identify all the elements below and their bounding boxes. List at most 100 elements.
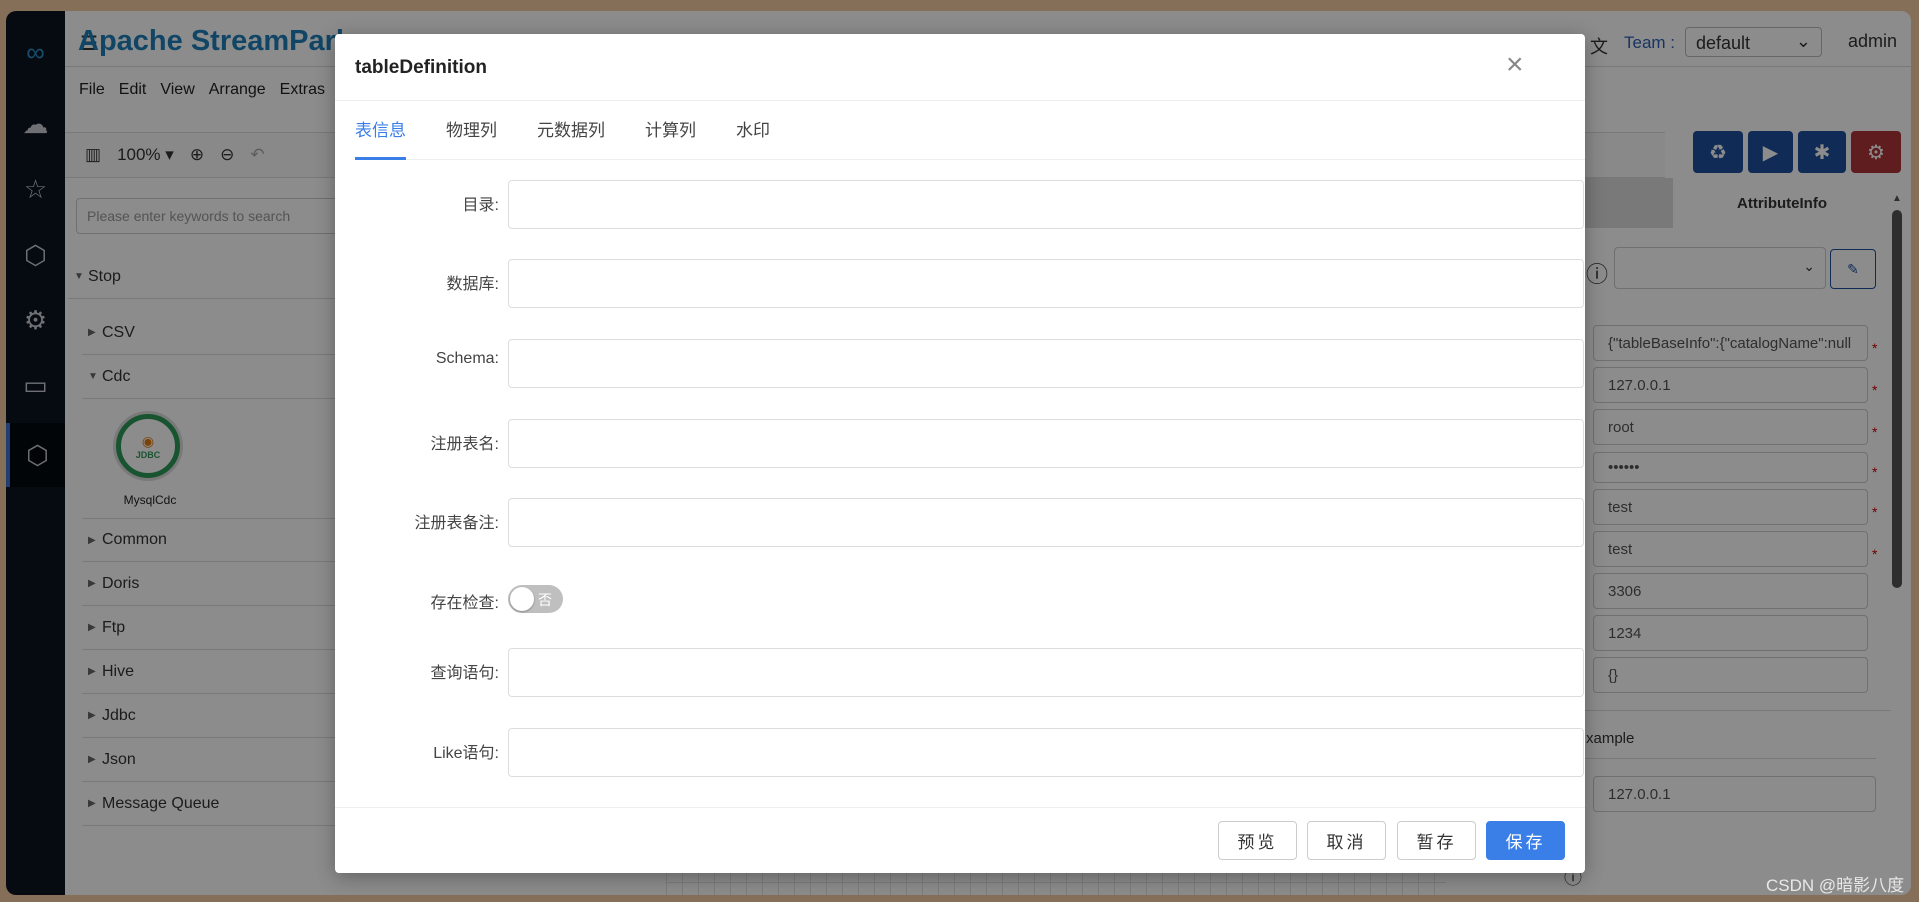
scroll-up-icon[interactable]: ▲ [1892,193,1902,204]
monitor-icon[interactable]: ▭ [6,358,65,412]
menu-extras[interactable]: Extras [280,81,325,99]
help-icon[interactable]: ⓘ [1586,257,1608,289]
attr-field[interactable]: test [1593,489,1868,525]
tree-group-ftp[interactable]: ▶ Ftp [82,606,342,650]
modal-title: tableDefinition [355,57,487,78]
query-input[interactable] [508,648,1584,697]
like-label: Like语句: [433,745,499,762]
register-table-name-input[interactable] [508,419,1584,468]
menu-bar: File Edit View Arrange Extras [79,81,325,99]
attr-field[interactable]: 127.0.0.1 [1593,367,1868,403]
recycle-button[interactable]: ♻ [1693,131,1743,173]
tree-group-message-queue[interactable]: ▶ Message Queue [82,782,342,826]
example-label: xample [1586,730,1635,747]
attr-field[interactable]: •••••• [1593,452,1868,483]
required-mark: * [1872,464,1878,480]
debug-button[interactable]: ✱ [1798,131,1846,173]
required-mark: * [1872,340,1878,356]
caret-right-icon: ▶ [88,710,96,721]
attr-field[interactable]: test [1593,531,1868,567]
tree-root-stop[interactable]: ▼ Stop [68,255,344,299]
database-label: 数据库: [446,276,499,293]
example-field[interactable]: 127.0.0.1 [1593,776,1876,812]
logo-icon[interactable]: ∞ [6,25,65,79]
attr-field[interactable]: 3306 [1593,573,1868,609]
zoom-out-icon[interactable]: ⊖ [220,145,234,165]
menu-edit[interactable]: Edit [119,81,147,99]
team-label: Team : [1624,33,1676,52]
attr-field[interactable]: 1234 [1593,615,1868,651]
tree-label: Doris [102,574,140,592]
like-input[interactable] [508,728,1584,777]
save-button[interactable]: 保存 [1486,821,1565,860]
run-button[interactable]: ▶ [1748,131,1793,173]
edit-button[interactable]: ✎ [1830,249,1876,289]
team-select[interactable]: default ⌄ [1685,27,1822,57]
caret-right-icon: ▶ [88,666,96,677]
translate-icon[interactable]: 文 [1590,33,1608,59]
required-mark: * [1872,546,1878,562]
mysqlcdc-node-icon[interactable]: ◉ JDBC [116,414,180,478]
zoom-select[interactable]: 100% ▾ [117,145,174,165]
tree-group-csv[interactable]: ▶ CSV [82,311,342,355]
tree-group-cdc[interactable]: ▼ Cdc [82,355,342,399]
query-label: 查询语句: [430,665,499,682]
zoom-in-icon[interactable]: ⊕ [190,145,204,165]
attr-field[interactable]: root [1593,409,1868,445]
menu-arrange[interactable]: Arrange [209,81,266,99]
attr-field[interactable]: {} [1593,657,1868,693]
register-table-comment-input[interactable] [508,498,1584,547]
edit-icon: ✎ [1847,260,1859,277]
cancel-button[interactable]: 取消 [1307,821,1386,860]
catalog-input[interactable] [508,180,1584,229]
attr-field[interactable]: {"tableBaseInfo":{"catalogName":null [1593,325,1868,361]
tab-attribute-info[interactable]: AttributeInfo [1673,178,1891,228]
settings-button[interactable]: ⚙ [1851,131,1901,173]
scrollbar[interactable] [1892,210,1902,588]
exist-check-label: 存在检查: [430,595,499,612]
gear-icon[interactable]: ⚙ [6,293,65,347]
caret-right-icon: ▶ [88,534,96,546]
star-icon[interactable]: ☆ [6,162,65,216]
caret-right-icon: ▶ [88,754,96,765]
layout-icon[interactable]: ▥ [85,145,101,165]
palette-search-input[interactable]: Please enter keywords to search [76,198,346,234]
user-name[interactable]: admin [1848,31,1897,52]
cubes-icon[interactable]: ⬡ [6,423,65,487]
tab-metadata-columns[interactable]: 元数据列 [537,101,605,160]
tab-table-info[interactable]: 表信息 [355,101,406,160]
tree-label: Hive [102,662,135,680]
tree-group-doris[interactable]: ▶ Doris [82,562,342,606]
draft-button[interactable]: 暂存 [1397,821,1476,860]
attribute-select[interactable]: ⌄ [1614,247,1826,289]
caret-down-icon: ▼ [74,271,84,282]
tree-group-common[interactable]: ▶ Common [82,518,342,562]
team-value: default [1696,33,1751,53]
schema-label: Schema: [435,350,499,367]
stream-icon[interactable]: ☁ [6,97,65,151]
chevron-down-icon: ⌄ [1795,31,1811,51]
preview-button[interactable]: 预览 [1218,821,1297,860]
undo-icon[interactable]: ↶ [250,145,264,165]
tree-label: Stop [88,267,121,285]
tree-group-jdbc[interactable]: ▶ Jdbc [82,694,342,738]
required-mark: * [1872,382,1878,398]
tree-label: Message Queue [102,794,220,812]
cubes-icon[interactable]: ⬡ [6,228,65,282]
eye-icon: ◉ [141,432,155,449]
tab-computed-columns[interactable]: 计算列 [645,101,696,160]
tree-label: Cdc [102,367,131,385]
close-icon[interactable]: × [1506,48,1524,82]
menu-view[interactable]: View [160,81,194,99]
menu-file[interactable]: File [79,81,105,99]
database-input[interactable] [508,259,1584,308]
tab-watermark[interactable]: 水印 [736,101,770,160]
tree-label: CSV [102,323,135,341]
tree-group-json[interactable]: ▶ Json [82,738,342,782]
exist-check-toggle[interactable]: 否 [508,585,563,613]
tree-group-hive[interactable]: ▶ Hive [82,650,342,694]
catalog-label: 目录: [462,197,499,214]
tab-physical-columns[interactable]: 物理列 [446,101,497,160]
schema-input[interactable] [508,339,1584,388]
chevron-down-icon: ⌄ [1803,258,1815,274]
